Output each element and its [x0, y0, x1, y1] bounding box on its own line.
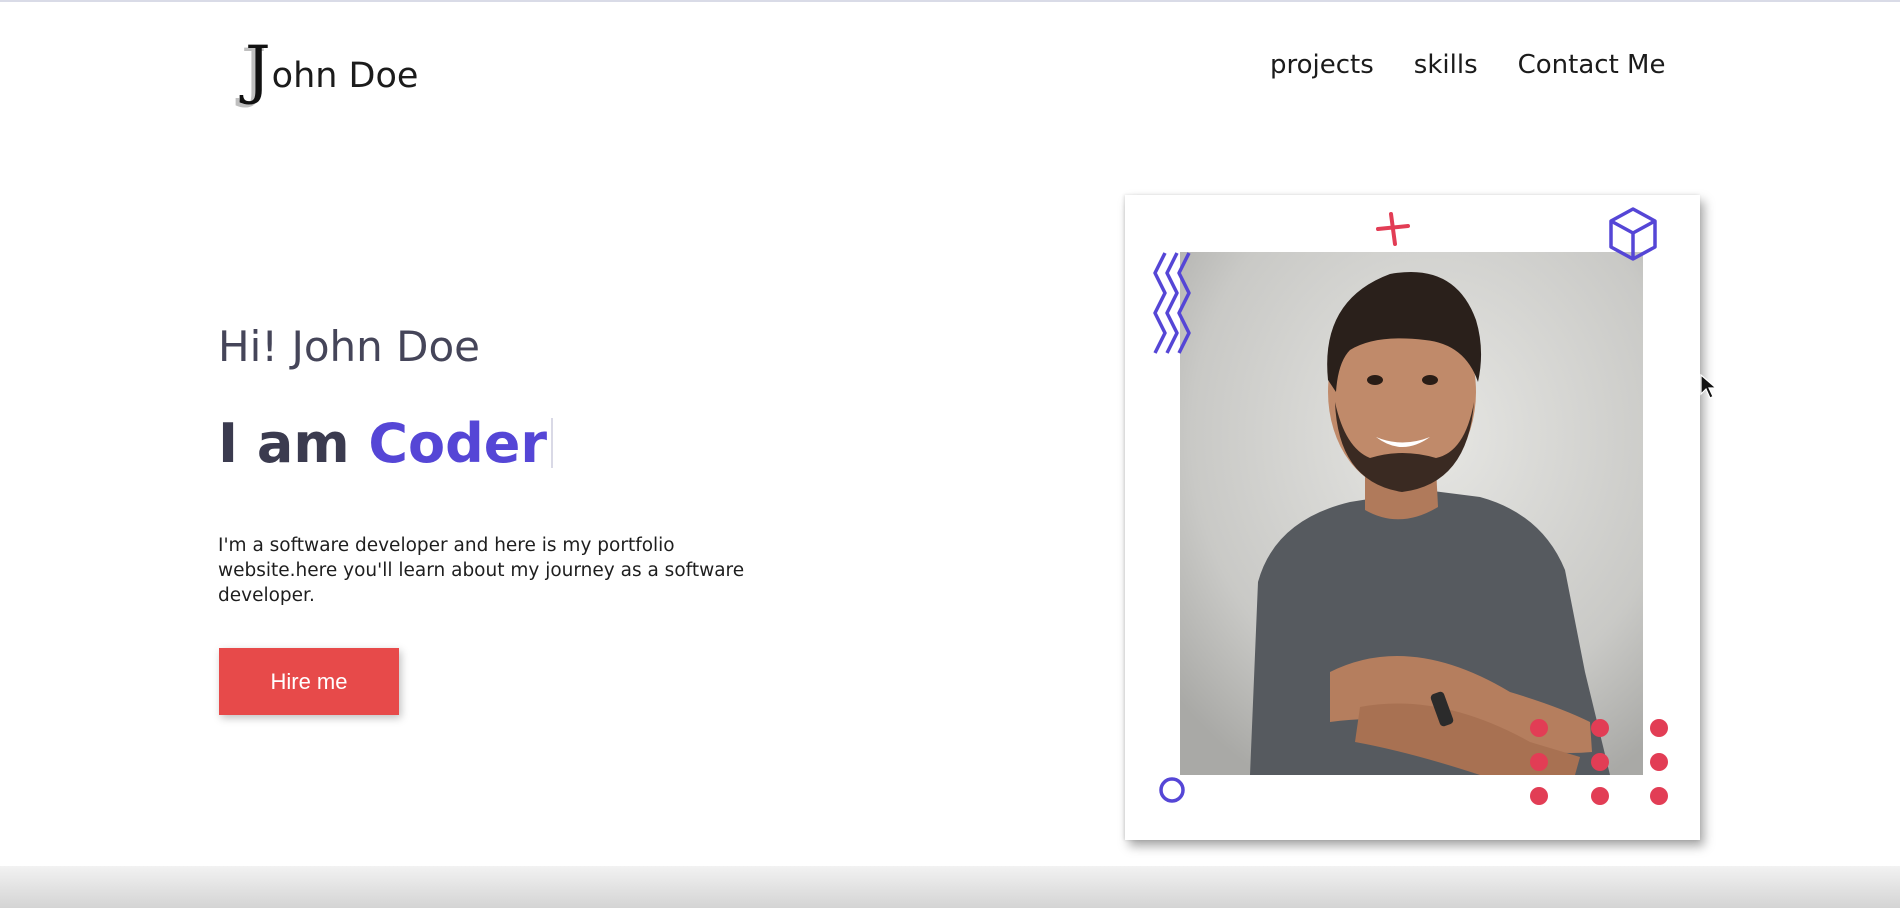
nav-skills[interactable]: skills	[1414, 50, 1478, 80]
hero-role-prefix: I am	[218, 412, 369, 475]
logo-initial: J	[245, 33, 271, 107]
hero-greeting: Hi! John Doe	[218, 322, 480, 371]
nav-projects[interactable]: projects	[1270, 50, 1374, 80]
nav-contact-me[interactable]: Contact Me	[1518, 50, 1666, 80]
cube-icon	[1609, 207, 1657, 261]
main-nav: projects skills Contact Me	[1270, 50, 1665, 80]
dot-grid-icon	[1530, 719, 1668, 805]
hero-role-highlight: Coder	[368, 412, 548, 475]
circle-icon	[1159, 777, 1185, 803]
bottom-bar	[0, 866, 1900, 908]
hero-role: I am Coder	[218, 412, 554, 475]
logo[interactable]: J ohn Doe	[245, 38, 418, 102]
cursor-icon	[1700, 374, 1718, 399]
top-border	[0, 0, 1900, 2]
typing-caret	[551, 418, 554, 468]
profile-card	[1125, 195, 1700, 840]
logo-text: ohn Doe	[271, 56, 419, 96]
hero-description: I'm a software developer and here is my …	[218, 535, 745, 606]
card-decorations	[1153, 207, 1668, 805]
plus-icon	[1376, 212, 1410, 246]
zigzag-icon	[1153, 252, 1191, 354]
hire-me-button[interactable]: Hire me	[219, 648, 399, 715]
